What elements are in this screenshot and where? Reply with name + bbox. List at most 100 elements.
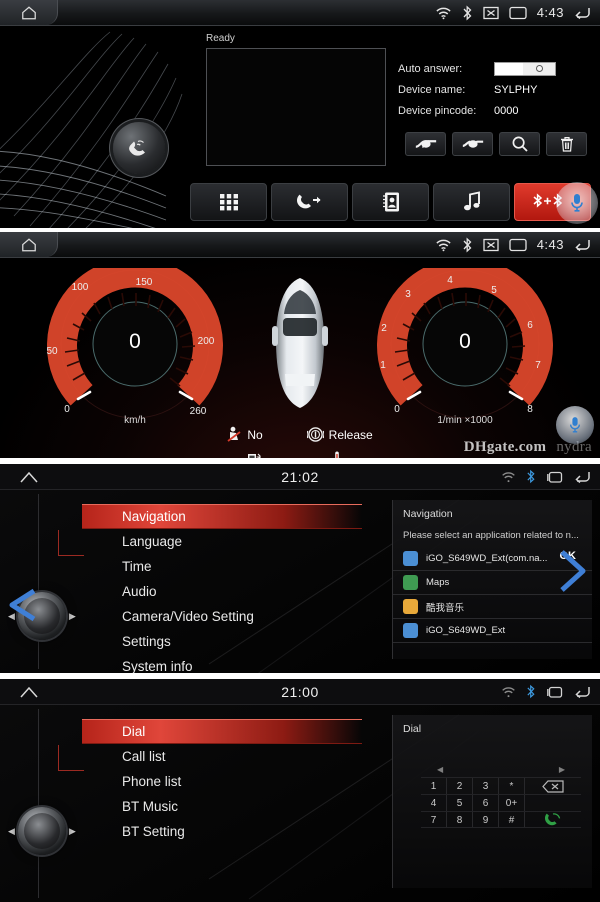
temperature-icon	[335, 451, 339, 458]
rpm-tick-3: 3	[405, 289, 411, 300]
settings-item-audio[interactable]: Audio	[82, 579, 362, 604]
speed-tick-150: 150	[136, 277, 153, 288]
toggle-off-track	[523, 62, 555, 75]
back-icon[interactable]	[574, 5, 592, 20]
connect-button[interactable]	[405, 132, 446, 156]
speedometer-gauge: 0 50 100 150 200 260 0 km/h	[40, 268, 230, 428]
voice-mic-overlay[interactable]	[556, 182, 598, 224]
panel-settings-menu: 21:02 ◀ ▶ Navigation Language Time Audio…	[0, 462, 600, 675]
dial-key-6[interactable]: 6	[473, 795, 499, 811]
toggle-on-track	[495, 62, 523, 75]
dial-detail-pane: Dial ◀ ▶ 1 2 3 * 4 5 6 0+ 7 8 9 #	[392, 715, 592, 888]
dial-key-9[interactable]: 9	[473, 812, 499, 827]
phone-badge[interactable]	[113, 122, 165, 174]
settings-item-time[interactable]: Time	[82, 554, 362, 579]
dialpad-row: 1 2 3 *	[421, 777, 581, 794]
tab-call-log[interactable]	[271, 183, 348, 221]
rpm-value: 0	[459, 330, 471, 353]
knob-dial[interactable]	[17, 807, 66, 855]
settings-item-system-info[interactable]: System info	[82, 654, 362, 673]
panel-bluetooth-phone: 4:43 Ready Auto answer: Device name: SYL…	[0, 0, 600, 230]
seatbelt-icon	[227, 426, 241, 442]
app-icon-kuwo-music	[403, 599, 418, 614]
status-bar-settings: 21:02	[0, 464, 600, 490]
settings-item-camera-video[interactable]: Camera/Video Setting	[82, 604, 362, 629]
navigation-detail-pane: Navigation Please select an application …	[392, 500, 592, 659]
home-button[interactable]	[0, 0, 58, 25]
blue-back-arrow-overlay	[4, 586, 44, 624]
knob-right-arrow-icon[interactable]: ▶	[69, 826, 76, 837]
tab-contacts[interactable]	[352, 183, 429, 221]
phone-item-phone-list[interactable]: Phone list	[82, 769, 362, 794]
dial-key-4[interactable]: 4	[421, 795, 447, 811]
phone-item-label: Phone list	[122, 774, 182, 789]
knob-right-arrow-icon[interactable]: ▶	[69, 611, 76, 622]
back-icon[interactable]	[574, 237, 592, 252]
fuel-icon	[247, 453, 261, 458]
dial-key-8[interactable]: 8	[447, 812, 473, 827]
disconnect-icon	[462, 140, 483, 148]
home-button-cluster[interactable]	[0, 232, 58, 257]
bluetooth-icon	[462, 5, 473, 21]
dial-key-5[interactable]: 5	[447, 795, 473, 811]
microphone-icon	[569, 417, 581, 433]
rpm-unit: 1/min ×1000	[437, 415, 493, 426]
fuel-meter: --	[247, 451, 272, 460]
search-button[interactable]	[499, 132, 540, 156]
settings-item-label: Camera/Video Setting	[122, 609, 254, 624]
fuel-value: --	[264, 453, 272, 460]
dial-key-2[interactable]: 2	[447, 778, 473, 794]
dialpad-left-arrow-icon[interactable]: ◀	[437, 765, 443, 774]
dial-key-hash[interactable]: #	[499, 812, 525, 827]
screenshot-page: 4:43 Ready Auto answer: Device name: SYL…	[0, 0, 600, 902]
screen-icon	[509, 6, 527, 20]
settings-item-navigation[interactable]: Navigation	[82, 504, 362, 529]
auto-answer-toggle[interactable]	[494, 61, 556, 76]
settings-item-settings[interactable]: Settings	[82, 629, 362, 654]
status-time: 4:43	[536, 5, 564, 20]
phone-item-bt-music[interactable]: BT Music	[82, 794, 362, 819]
status-icons-cluster: 4:43	[435, 237, 600, 253]
knob-left-arrow-icon[interactable]: ◀	[8, 826, 15, 837]
settings-item-language[interactable]: Language	[82, 529, 362, 554]
list-item[interactable]: iGO_S649WD_Ext	[393, 619, 592, 643]
detail-pane-prompt: Please select an application related to …	[403, 530, 579, 541]
disconnect-button[interactable]	[452, 132, 493, 156]
device-name-row: Device name: SYLPHY	[398, 79, 588, 100]
list-item[interactable]: 酷我音乐	[393, 595, 592, 619]
tab-bluetooth-pair[interactable]	[514, 182, 598, 224]
dial-backspace-button[interactable]	[525, 778, 581, 794]
screen-icon	[509, 238, 527, 252]
status-bar-cluster: 4:43	[0, 232, 600, 258]
dial-pad: ◀ ▶ 1 2 3 * 4 5 6 0+ 7 8 9 #	[421, 765, 581, 828]
contacts-icon	[382, 192, 399, 212]
voice-mic-overlay-cluster[interactable]	[556, 406, 594, 444]
rotary-knob-control-phone[interactable]: ◀ ▶	[8, 807, 76, 855]
dialpad-right-arrow-icon[interactable]: ▶	[559, 765, 565, 774]
wifi-icon	[435, 6, 452, 20]
dial-key-star[interactable]: *	[499, 778, 525, 794]
decorative-light-fan	[0, 26, 220, 228]
status-bar-phone: 21:00	[0, 679, 600, 705]
phone-item-bt-setting[interactable]: BT Setting	[82, 819, 362, 844]
dial-key-1[interactable]: 1	[421, 778, 447, 794]
paired-device-list[interactable]	[206, 48, 386, 166]
rpm-tick-1: 1	[380, 360, 386, 371]
brake-text: Release	[328, 427, 373, 442]
rpm-tick-5: 5	[491, 285, 497, 296]
tab-music[interactable]	[433, 183, 510, 221]
delete-button[interactable]	[546, 132, 587, 156]
keypad-icon	[219, 194, 238, 211]
rpm-tick-0: 0	[394, 404, 400, 415]
dial-key-7[interactable]: 7	[421, 812, 447, 827]
app-icon-igo-ext	[403, 623, 418, 638]
phone-item-call-list[interactable]: Call list	[82, 744, 362, 769]
dial-key-0[interactable]: 0+	[499, 795, 525, 811]
dial-call-button[interactable]	[525, 812, 581, 827]
tab-keypad[interactable]	[190, 183, 267, 221]
dial-key-3[interactable]: 3	[473, 778, 499, 794]
app-label: Maps	[426, 577, 450, 588]
phone-item-dial[interactable]: Dial	[82, 719, 362, 744]
speed-value: 0	[129, 330, 141, 353]
wifi-icon	[435, 238, 452, 252]
